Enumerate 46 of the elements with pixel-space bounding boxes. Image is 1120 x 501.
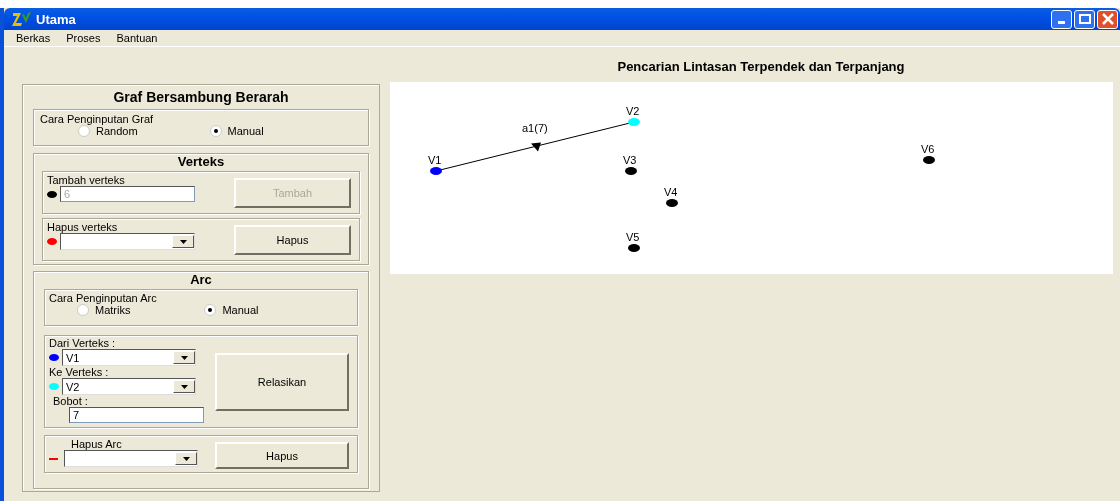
field-label: Hapus verteks (47, 221, 118, 233)
app-icon (12, 11, 32, 27)
dropdown-arrow-icon (179, 239, 187, 244)
vertex-label: V5 (626, 231, 640, 243)
dropdown-arrow-icon (182, 456, 190, 461)
dropdown-arrow-icon (180, 384, 188, 389)
close-icon (1101, 13, 1114, 25)
vertex-label: V6 (921, 143, 935, 155)
page-heading: Pencarian Lintasan Terpendek dan Terpanjang (616, 58, 906, 76)
field-label: Ke Verteks : (49, 366, 110, 378)
relate-button[interactable]: Relasikan (215, 353, 349, 411)
dropdown-arrow-icon (180, 355, 188, 360)
vertex-dropdown[interactable]: V2 (62, 378, 196, 395)
group-label: Cara Penginputan Graf (40, 113, 155, 125)
arc-dropdown[interactable] (64, 450, 198, 467)
minimize-button[interactable] (1051, 9, 1072, 29)
vertex-label: V2 (626, 105, 640, 117)
menu-item[interactable]: Bantuan (116, 32, 158, 44)
field-label: Dari Verteks : (49, 337, 117, 349)
vertex-label: V3 (623, 154, 637, 166)
radio-option[interactable]: Manual (204, 304, 259, 316)
vertex-dropdown[interactable] (60, 233, 195, 250)
remove-button[interactable]: Hapus (234, 225, 351, 255)
group-label: Cara Penginputan Arc (49, 292, 157, 304)
minimize-icon (1058, 21, 1065, 24)
maximize-icon (1078, 14, 1091, 24)
group-title: Arc (189, 272, 213, 289)
field-label: Hapus Arc (70, 438, 123, 450)
radio-option[interactable]: Random (78, 125, 138, 137)
menu-item[interactable]: Proses (66, 32, 101, 44)
maximize-button[interactable] (1074, 9, 1095, 29)
menu-item[interactable]: Berkas (16, 32, 51, 44)
group-title: Verteks (176, 154, 226, 171)
vertex-label: V4 (664, 186, 678, 198)
field-label: Bobot : (52, 395, 89, 407)
radio-option[interactable]: Matriks (77, 304, 131, 316)
remove-button[interactable]: Hapus (215, 442, 349, 469)
window-title: Utama (36, 11, 76, 27)
arc-label: a1(7) (522, 121, 548, 134)
close-button[interactable] (1097, 9, 1118, 29)
radio-option[interactable]: Manual (209, 125, 264, 137)
weight-field[interactable]: 7 (69, 407, 204, 423)
field-label: Tambah verteks (47, 174, 125, 186)
vertex-label: V1 (428, 154, 442, 166)
panel-title: Graf Bersambung Berarah (112, 89, 290, 105)
vertex-dropdown[interactable]: V1 (62, 349, 196, 366)
